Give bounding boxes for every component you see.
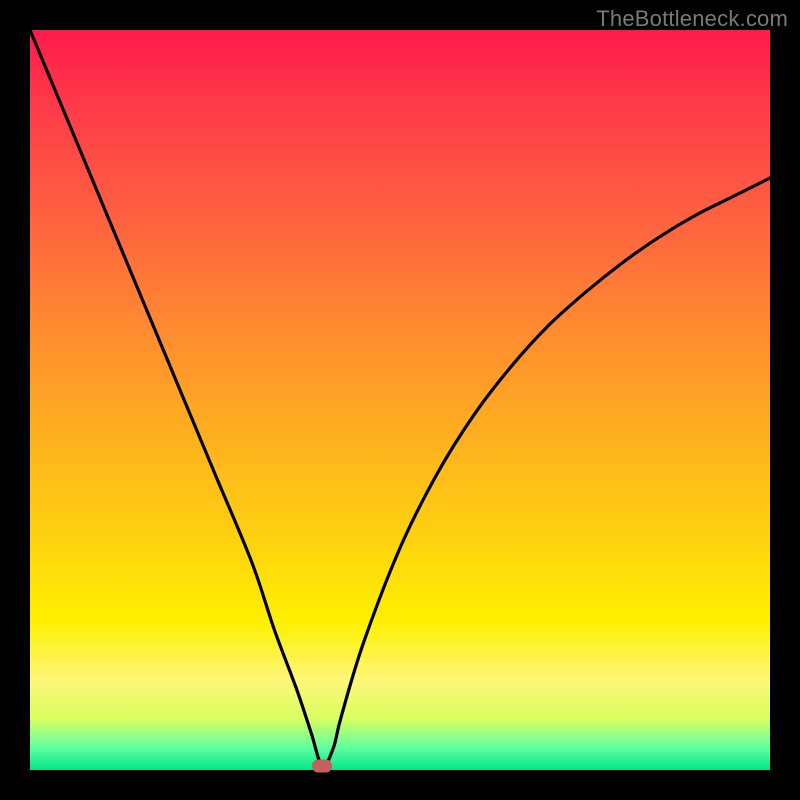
bottleneck-curve xyxy=(30,30,770,767)
plot-area xyxy=(30,30,770,770)
watermark-text: TheBottleneck.com xyxy=(596,6,788,32)
curve-svg xyxy=(30,30,770,770)
chart-frame: TheBottleneck.com xyxy=(0,0,800,800)
current-point-marker xyxy=(312,760,332,773)
